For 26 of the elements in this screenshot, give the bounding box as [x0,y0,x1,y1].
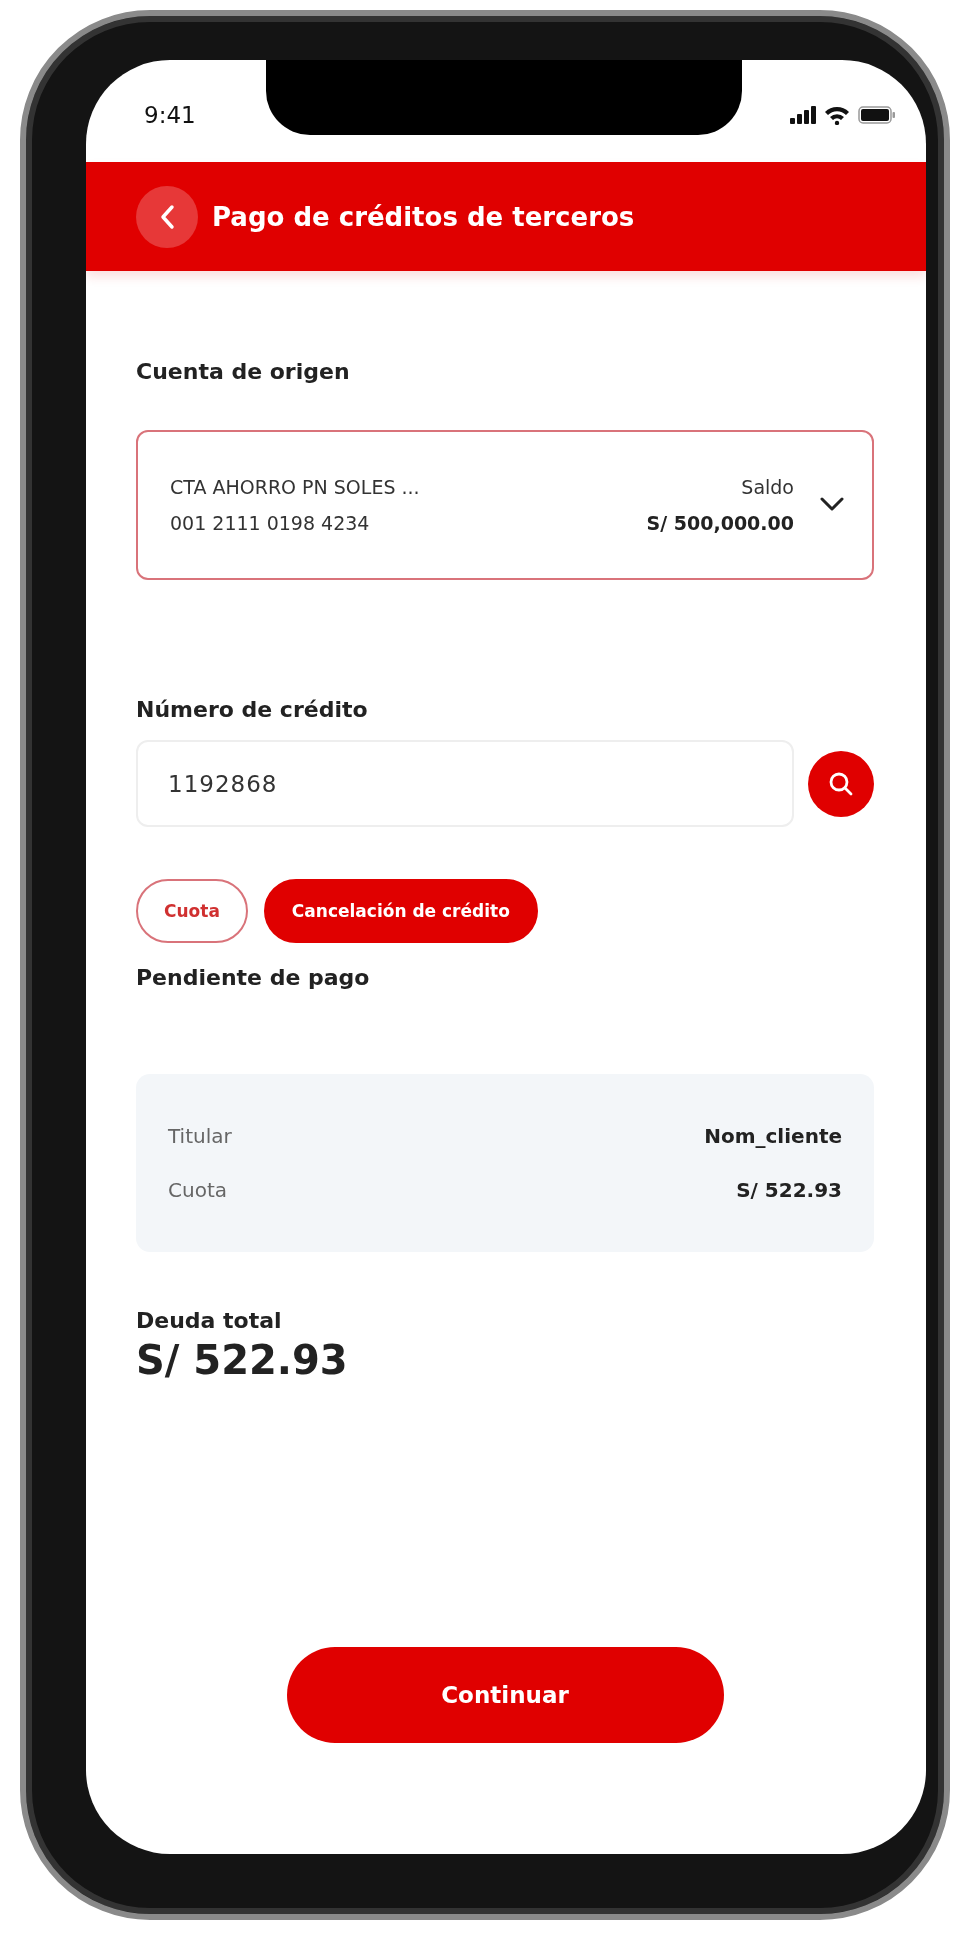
balance-amount: S/ 500,000.00 [646,512,794,534]
balance-label: Saldo [741,476,794,498]
payment-option-chip[interactable]: Cancelación de crédito [263,879,538,943]
search-icon [828,770,854,797]
battery-icon [858,106,896,124]
detail-value: Nom_cliente [704,1124,842,1148]
signal-icon [790,106,816,124]
screen-title: Pago de créditos de terceros [212,201,635,232]
detail-value: S/ 522.93 [736,1178,842,1202]
continue-button[interactable]: Continuar [286,1647,724,1743]
credit-number-field[interactable]: 1192868 [136,740,794,827]
account-name: CTA AHORRO PN SOLES ... [170,476,421,498]
total-label: Deuda total [136,1307,283,1335]
detail-label: Cuota [168,1178,227,1202]
section-label: Número de crédito [136,696,369,724]
back-chevron-icon [159,203,175,230]
wifi-icon [824,105,850,125]
account-number: 001 2111 0198 4234 [170,512,371,534]
detail-label: Titular [168,1124,232,1148]
status-time: 9:41 [144,102,196,128]
chevron-down-icon [820,496,844,511]
account-selector[interactable]: CTA AHORRO PN SOLES ... 001 2111 0198 4234 Saldo S/ 500,000.00 [136,430,874,580]
section-label: Cuenta de origen [136,358,351,386]
total-amount: S/ 522.93 [136,1336,349,1384]
payment-option-chip[interactable]: Cuota [136,879,248,943]
section-label: Pendiente de pago [136,964,371,992]
